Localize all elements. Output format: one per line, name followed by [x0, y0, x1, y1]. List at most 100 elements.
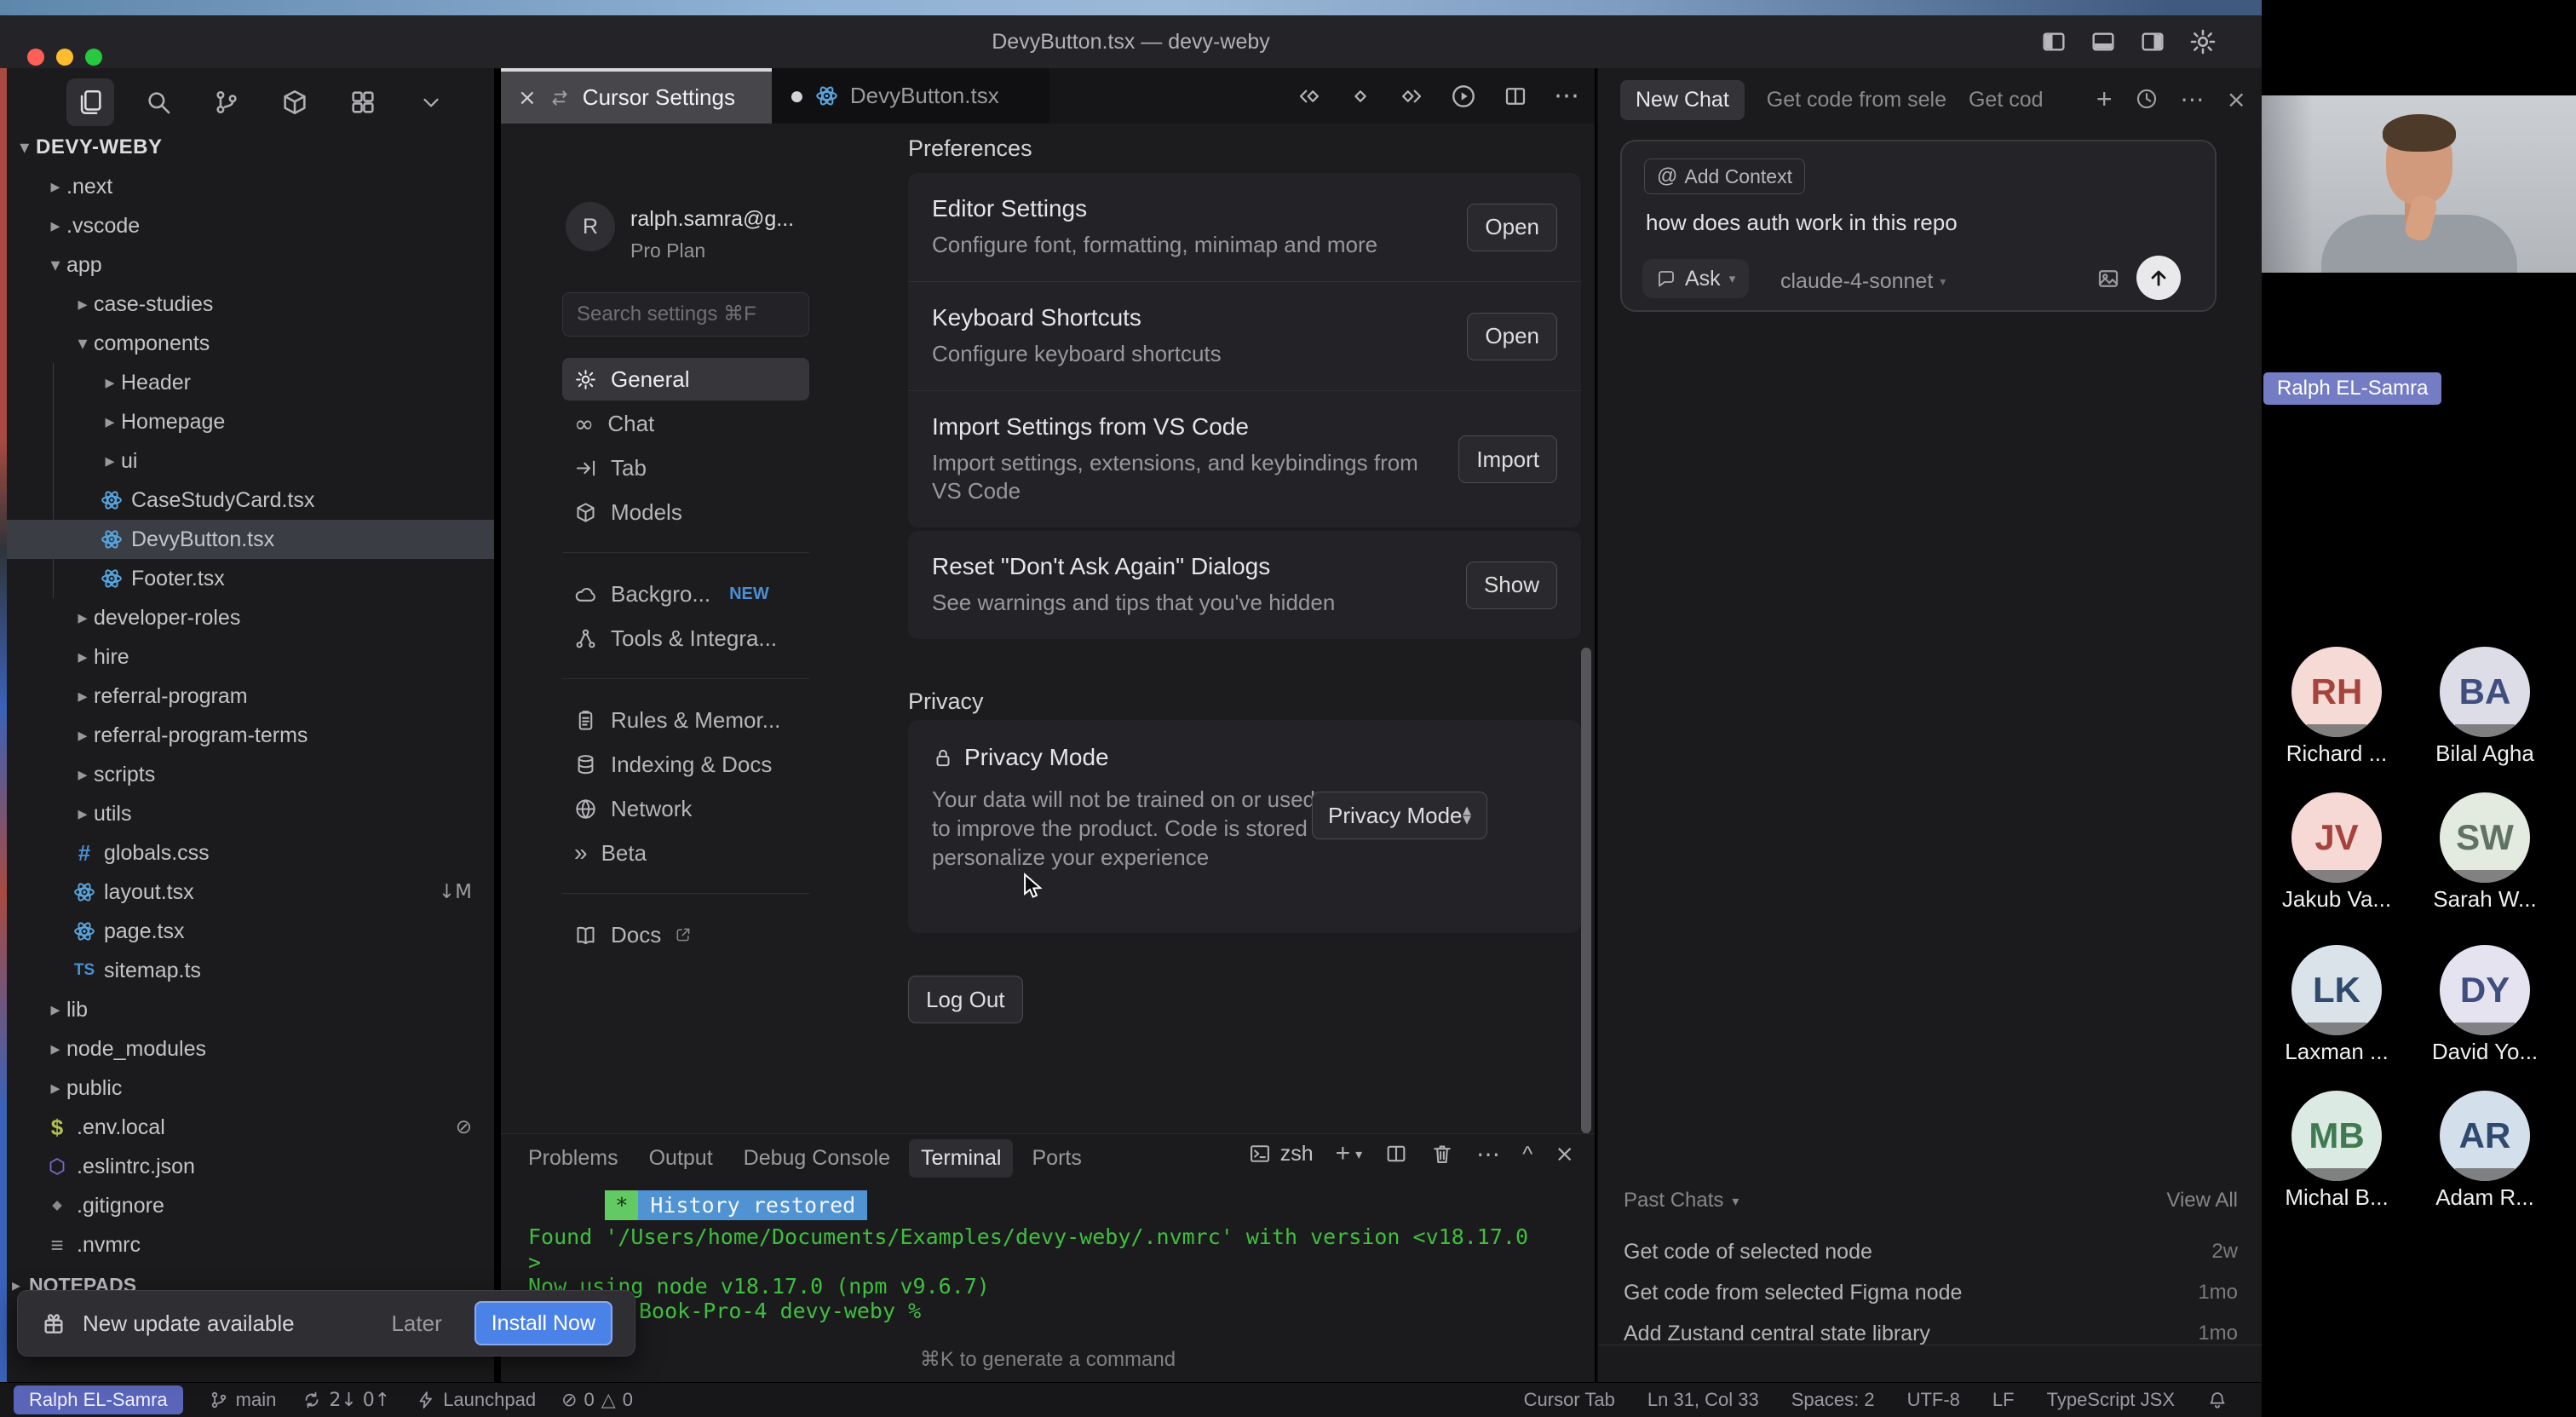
- install-now-button[interactable]: Install Now: [474, 1301, 612, 1345]
- new-chat-plus-icon[interactable]: +: [2096, 84, 2113, 115]
- tree-file-row[interactable]: .eslintrc.json: [0, 1147, 494, 1186]
- participant-avatar[interactable]: AR: [2440, 1091, 2530, 1181]
- settings-nav-backgro-[interactable]: Backgro...NEW: [562, 573, 809, 615]
- tree-root[interactable]: ▾ DEVY-WEBY: [0, 128, 494, 167]
- status-item-ln-31-col-33[interactable]: Ln 31, Col 33: [1647, 1389, 1759, 1411]
- panel-right-icon[interactable]: [2139, 28, 2166, 55]
- more-options-icon[interactable]: ⋯: [2181, 85, 2205, 113]
- tree-file-row[interactable]: DevyButton.tsx: [0, 520, 494, 559]
- settings-nav-chat[interactable]: ∞Chat: [562, 402, 809, 445]
- past-chat-item[interactable]: Get code of selected node2w: [1624, 1233, 2238, 1270]
- tree-file-row[interactable]: page.tsx: [0, 912, 494, 951]
- tree-folder-row[interactable]: ▸node_modules: [0, 1029, 494, 1069]
- mode-selector[interactable]: Ask ▾: [1642, 259, 1749, 298]
- close-chat-icon[interactable]: ×: [2227, 85, 2246, 113]
- status-item-lf[interactable]: LF: [1992, 1389, 2015, 1411]
- tree-folder-row[interactable]: ▸referral-program: [0, 677, 494, 716]
- participant-avatar[interactable]: LK: [2291, 945, 2382, 1035]
- chat-query-text[interactable]: how does auth work in this repo: [1646, 210, 1958, 236]
- tree-folder-row[interactable]: ▸.vscode: [0, 206, 494, 245]
- status-item-spaces-2[interactable]: Spaces: 2: [1791, 1389, 1875, 1411]
- tree-file-row[interactable]: layout.tsx↓M: [0, 873, 494, 912]
- status-item-typescript-jsx[interactable]: TypeScript JSX: [2047, 1389, 2175, 1411]
- chevron-down-icon[interactable]: [407, 78, 455, 126]
- chat-tab[interactable]: Get cod: [1969, 88, 2044, 112]
- minimize-window-button[interactable]: [56, 49, 73, 66]
- close-window-button[interactable]: [27, 49, 44, 66]
- split-terminal-icon[interactable]: [1384, 1142, 1408, 1166]
- past-chat-item[interactable]: Add Zustand central state library1mo: [1624, 1315, 2238, 1352]
- settings-nav-models[interactable]: Models: [562, 491, 809, 533]
- tree-file-row[interactable]: .gitignore: [0, 1186, 494, 1225]
- chat-tab[interactable]: New Chat: [1620, 80, 1745, 120]
- tree-folder-row[interactable]: ▾app: [0, 245, 494, 285]
- extensions-icon[interactable]: [271, 78, 319, 126]
- status-branch[interactable]: main: [209, 1389, 277, 1411]
- tree-file-row[interactable]: CaseStudyCard.tsx: [0, 481, 494, 520]
- tab-devybutton[interactable]: ● DevyButton.tsx: [772, 68, 1049, 124]
- tree-folder-row[interactable]: ▸.next: [0, 167, 494, 206]
- open-button[interactable]: Open: [1467, 204, 1557, 251]
- settings-nav-beta[interactable]: »Beta: [562, 832, 809, 874]
- trash-icon[interactable]: [1430, 1142, 1454, 1166]
- add-context-chip[interactable]: @ Add Context: [1644, 158, 1805, 194]
- status-item-utf-8[interactable]: UTF-8: [1907, 1389, 1960, 1411]
- later-button[interactable]: Later: [374, 1310, 458, 1337]
- chat-tab[interactable]: Get code from sele: [1767, 88, 1946, 112]
- participant-avatar[interactable]: SW: [2440, 792, 2530, 883]
- open-button[interactable]: Open: [1467, 313, 1557, 360]
- show-button[interactable]: Show: [1466, 562, 1557, 609]
- tree-folder-row[interactable]: ▸Homepage: [0, 402, 494, 441]
- tree-folder-row[interactable]: ▸developer-roles: [0, 598, 494, 637]
- gear-icon[interactable]: [2188, 27, 2217, 56]
- settings-nav-tools-integra-[interactable]: Tools & Integra...: [562, 617, 809, 660]
- settings-scrollbar[interactable]: [1581, 648, 1591, 1133]
- tree-file-row[interactable]: Footer.tsx: [0, 559, 494, 598]
- status-problems[interactable]: ⊘0 △0: [561, 1389, 633, 1411]
- status-item-cursor-tab[interactable]: Cursor Tab: [1524, 1389, 1615, 1411]
- diamond-icon[interactable]: [1348, 84, 1373, 109]
- new-terminal-button[interactable]: + ▾: [1336, 1139, 1363, 1168]
- tree-folder-row[interactable]: ▸lib: [0, 990, 494, 1029]
- navigate-forward-icon[interactable]: [1399, 84, 1424, 109]
- tab-cursor-settings[interactable]: × Cursor Settings: [501, 68, 772, 124]
- tree-folder-row[interactable]: ▸case-studies: [0, 285, 494, 324]
- tree-folder-row[interactable]: ▸ui: [0, 441, 494, 481]
- panel-tab-ports[interactable]: Ports: [1020, 1139, 1093, 1178]
- panel-bottom-icon[interactable]: [2090, 28, 2117, 55]
- tree-folder-row[interactable]: ▸scripts: [0, 755, 494, 794]
- tree-folder-row[interactable]: ▸utils: [0, 794, 494, 833]
- settings-nav-network[interactable]: Network: [562, 787, 809, 830]
- tree-folder-row[interactable]: ▸public: [0, 1069, 494, 1108]
- split-editor-icon[interactable]: [1503, 84, 1528, 109]
- chat-input-card[interactable]: @ Add Context how does auth work in this…: [1620, 140, 2217, 312]
- run-icon[interactable]: [1450, 83, 1477, 110]
- zoom-window-button[interactable]: [85, 49, 102, 66]
- more-actions-icon[interactable]: ⋯: [1554, 81, 1579, 111]
- participant-avatar[interactable]: MB: [2291, 1091, 2382, 1181]
- tree-folder-row[interactable]: ▸referral-program-terms: [0, 716, 494, 755]
- shell-label[interactable]: zsh: [1280, 1142, 1314, 1166]
- presenter-webcam[interactable]: [2262, 95, 2576, 273]
- settings-search-input[interactable]: Search settings ⌘F: [562, 292, 809, 337]
- participant-avatar[interactable]: BA: [2440, 647, 2530, 737]
- settings-nav-docs[interactable]: Docs: [562, 913, 809, 956]
- participant-avatar[interactable]: JV: [2291, 792, 2382, 883]
- tree-file-row[interactable]: TSsitemap.ts: [0, 951, 494, 990]
- close-icon[interactable]: ×: [518, 85, 537, 111]
- bell-icon[interactable]: [2207, 1390, 2228, 1410]
- import-button[interactable]: Import: [1458, 435, 1557, 483]
- tree-folder-row[interactable]: ▸Header: [0, 363, 494, 402]
- send-button[interactable]: [2136, 256, 2181, 300]
- source-control-icon[interactable]: [203, 78, 250, 126]
- status-launchpad[interactable]: Launchpad: [416, 1389, 536, 1411]
- files-icon[interactable]: [66, 78, 114, 126]
- panel-tab-terminal[interactable]: Terminal: [909, 1139, 1013, 1178]
- status-user-badge[interactable]: Ralph EL-Samra: [14, 1385, 183, 1414]
- layout-grid-icon[interactable]: [339, 78, 387, 126]
- maximize-panel-icon[interactable]: ^: [1522, 1141, 1532, 1167]
- navigate-back-icon[interactable]: [1297, 84, 1322, 109]
- past-chat-item[interactable]: Get code from selected Figma node1mo: [1624, 1274, 2238, 1311]
- tree-file-row[interactable]: #globals.css: [0, 833, 494, 873]
- image-icon[interactable]: [2096, 266, 2121, 291]
